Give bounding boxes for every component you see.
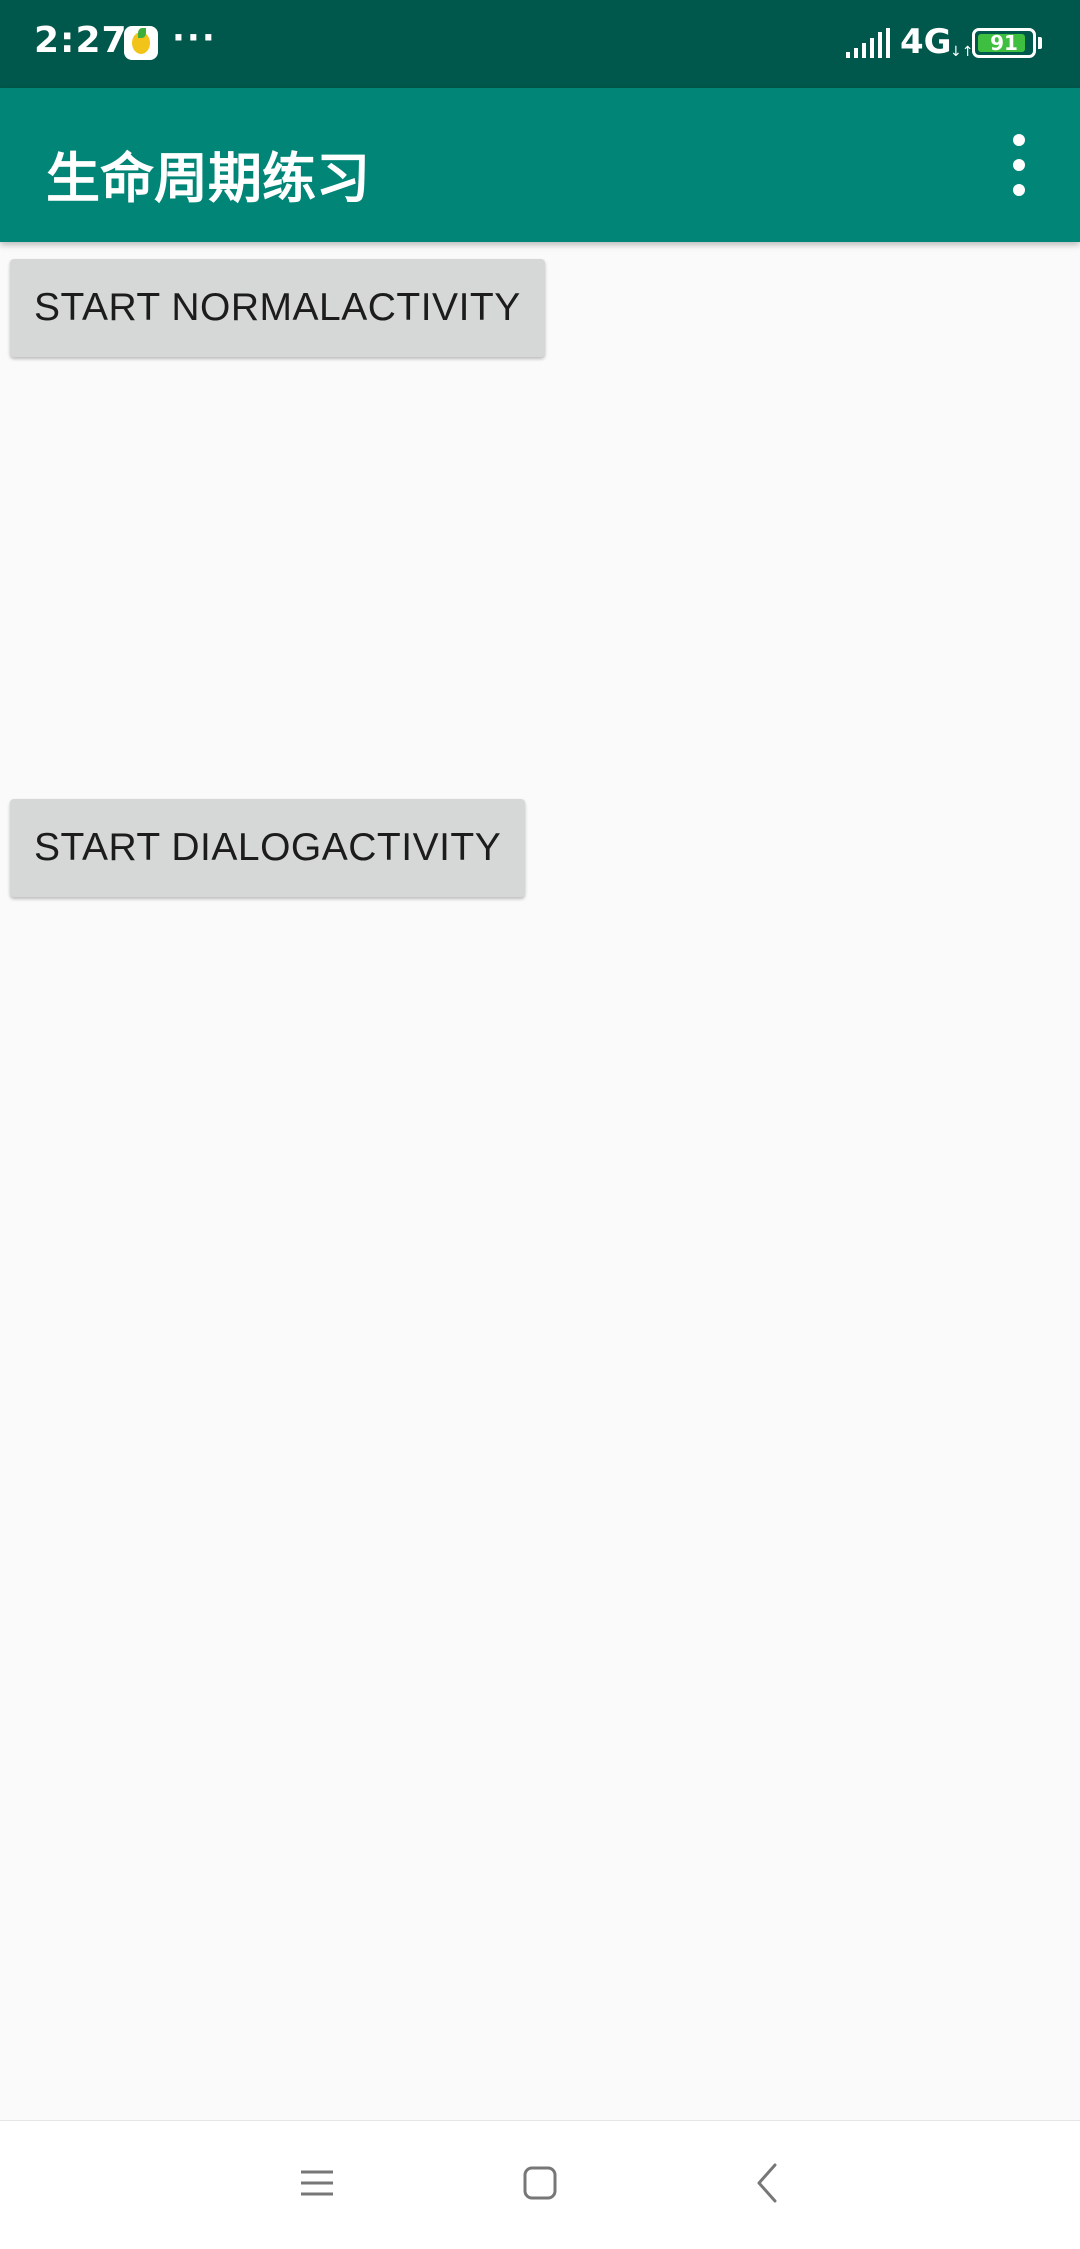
- overflow-menu-icon[interactable]: [994, 130, 1044, 200]
- battery-tip: [1038, 37, 1042, 49]
- signal-icon: [846, 28, 890, 58]
- app-bar: 生命周期练习: [0, 88, 1080, 242]
- navigation-bar: [0, 2120, 1080, 2249]
- home-icon[interactable]: [508, 2151, 572, 2215]
- app-notification-icon: [124, 26, 158, 60]
- more-notifications-icon: ···: [172, 18, 217, 58]
- back-icon[interactable]: [735, 2151, 799, 2215]
- start-normal-activity-button[interactable]: START NORMALACTIVITY: [10, 259, 545, 357]
- status-time: 2:27: [34, 20, 128, 61]
- menu-icon[interactable]: [285, 2151, 349, 2215]
- battery-level: 91: [990, 31, 1018, 55]
- start-dialog-activity-button[interactable]: START DIALOGACTIVITY: [10, 799, 526, 897]
- data-activity-icon: ↓↑: [950, 44, 974, 60]
- status-bar: 2:27 ··· 4G ↓↑ 91: [0, 0, 1080, 88]
- battery-icon: 91: [972, 28, 1036, 58]
- app-title: 生命周期练习: [46, 147, 370, 210]
- network-type: 4G: [900, 22, 952, 62]
